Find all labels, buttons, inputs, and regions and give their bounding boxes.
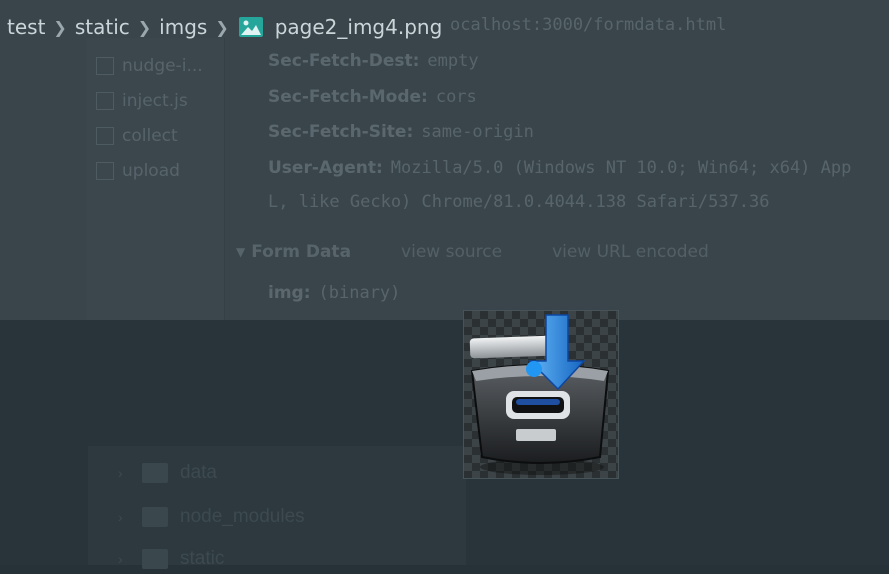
- folder-icon: [142, 463, 168, 483]
- bg-form-field-value: (binary): [318, 283, 401, 303]
- bg-explorer-item: › node_modules: [118, 502, 305, 532]
- bg-file-label: inject.js: [122, 91, 188, 111]
- bg-file-label: collect: [122, 126, 178, 146]
- chevron-right-icon: ›: [118, 509, 123, 525]
- bg-file-row: collect: [96, 124, 178, 148]
- folder-icon: [142, 549, 168, 569]
- breadcrumb-item-test[interactable]: test: [7, 15, 45, 39]
- chevron-right-icon: ❯: [53, 17, 67, 37]
- breadcrumb: test ❯ static ❯ imgs ❯ page2_img4.png: [0, 10, 442, 44]
- bg-explorer-item: › static: [118, 544, 224, 574]
- bg-header-line: Sec-Fetch-Mode: cors: [268, 84, 477, 110]
- bg-file-label: upload: [122, 161, 180, 181]
- bg-header-value: L, like Gecko) Chrome/81.0.4044.138 Safa…: [268, 192, 770, 212]
- bg-form-data-header: ▼ Form Data view source view URL encoded: [236, 238, 759, 266]
- bg-file-row: inject.js: [96, 89, 188, 113]
- image-preview: [463, 310, 619, 479]
- breadcrumb-item-file[interactable]: page2_img4.png: [275, 15, 443, 39]
- file-icon: [96, 57, 114, 75]
- bg-header-value: cors: [435, 87, 477, 107]
- bg-explorer-item: › data: [118, 458, 217, 488]
- bg-explorer-label: static: [180, 548, 225, 569]
- bg-file-label: nudge-i...: [122, 56, 203, 76]
- breadcrumb-item-static[interactable]: static: [75, 15, 130, 39]
- bg-form-field-key: img:: [268, 283, 311, 303]
- bg-view-url-encoded-link: view URL encoded: [552, 242, 709, 262]
- bg-view-source-link: view source: [401, 242, 503, 262]
- bg-header-key: User-Agent:: [268, 158, 383, 178]
- chevron-right-icon: ❯: [215, 17, 229, 37]
- breadcrumb-item-imgs[interactable]: imgs: [159, 15, 207, 39]
- bg-header-key: Sec-Fetch-Mode:: [268, 87, 428, 107]
- bg-file-row: upload: [96, 159, 180, 183]
- bg-header-line: User-Agent: Mozilla/5.0 (Windows NT 10.0;…: [268, 155, 889, 181]
- bg-header-line: Sec-Fetch-Site: same-origin: [268, 119, 534, 145]
- bg-header-line: L, like Gecko) Chrome/81.0.4044.138 Safa…: [268, 189, 770, 215]
- bg-header-value: empty: [427, 51, 479, 71]
- bg-explorer-label: data: [180, 462, 217, 483]
- bg-header-key: Sec-Fetch-Dest:: [268, 51, 420, 71]
- bg-file-row: nudge-i...: [96, 54, 203, 78]
- file-icon: [96, 162, 114, 180]
- file-icon: [96, 92, 114, 110]
- bg-header-key: Sec-Fetch-Site:: [268, 122, 414, 142]
- bg-header-value: same-origin: [421, 122, 534, 142]
- bg-explorer-label: node_modules: [180, 506, 305, 527]
- bg-header-line: ocalhost:3000/formdata.html: [450, 12, 726, 38]
- bg-form-data-title: Form Data: [251, 242, 352, 262]
- bg-header-value: Mozilla/5.0 (Windows NT 10.0; Win64; x64…: [390, 158, 852, 178]
- bg-form-field: img: (binary): [268, 280, 400, 306]
- caret-down-icon: ▼: [236, 245, 246, 259]
- folder-icon: [142, 507, 168, 527]
- image-file-icon: [238, 17, 263, 37]
- bg-header-line: Sec-Fetch-Dest: empty: [268, 48, 479, 74]
- archive-box-download-icon: [469, 314, 610, 475]
- file-icon: [96, 127, 114, 145]
- chevron-right-icon: ›: [118, 465, 123, 481]
- bg-header-value: ocalhost:3000/formdata.html: [450, 15, 727, 35]
- chevron-right-icon: ❯: [137, 17, 152, 37]
